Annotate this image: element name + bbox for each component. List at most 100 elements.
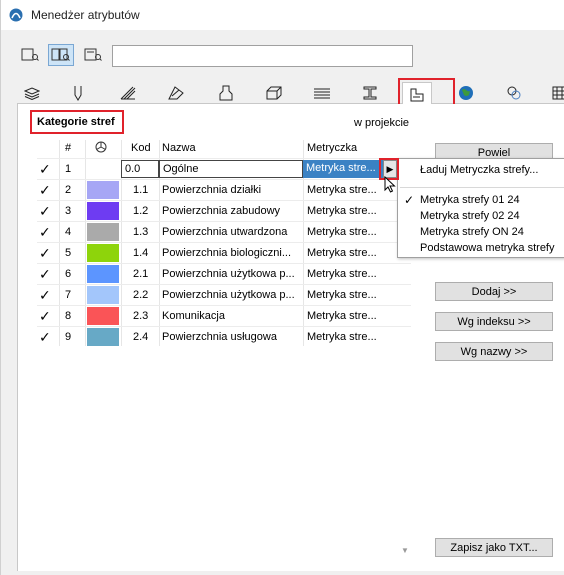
- detail-view-button[interactable]: [80, 44, 106, 66]
- list-view-icon: [21, 48, 39, 61]
- menu-item-metric[interactable]: ✓ Metryka strefy 01 24: [398, 193, 564, 209]
- line-type-icon: [120, 86, 136, 100]
- row-checkmark-icon[interactable]: ✓: [39, 308, 51, 325]
- row-number: 8: [65, 310, 72, 322]
- by-name-button[interactable]: Wg nazwy >>: [435, 342, 553, 361]
- menu-item-load[interactable]: Ładuj Metryczka strefy...: [398, 163, 564, 179]
- table-row[interactable]: ✓ 7 2.2 Powierzchnia użytkowa p... Metryka s…: [37, 284, 411, 305]
- panel-title: Kategorie stref: [37, 116, 115, 128]
- table-header: # Kod Nazwa Metryczka: [37, 140, 411, 158]
- color-swatch[interactable]: [87, 202, 119, 220]
- list-view-button[interactable]: [17, 44, 43, 66]
- zone-name: Powierzchnia biologiczni...: [162, 247, 292, 259]
- table-row[interactable]: ✓ 3 1.2 Powierzchnia zabudowy Metryka stre..…: [37, 200, 411, 221]
- table-row[interactable]: ✓ 6 2.1 Powierzchnia użytkowa p... Metryka s…: [37, 263, 411, 284]
- profile-icon: [363, 86, 377, 100]
- table-row[interactable]: ✓ 4 1.3 Powierzchnia utwardzona Metryka stre…: [37, 221, 411, 242]
- fill-icon: [168, 86, 184, 100]
- color-swatch[interactable]: [87, 244, 119, 262]
- building-material-icon: [266, 86, 282, 100]
- metric-selected-cell[interactable]: Metryka stre...: [303, 160, 383, 178]
- zone-name: Komunikacja: [162, 310, 225, 322]
- tab-mep-systems[interactable]: [501, 82, 527, 104]
- tab-markup-styles[interactable]: [547, 82, 564, 104]
- zone-metric[interactable]: Metryka stre...: [307, 205, 381, 217]
- mep-icon: [507, 86, 521, 100]
- pen-icon: [74, 86, 82, 101]
- row-number: 4: [65, 226, 72, 238]
- menu-item-metric[interactable]: Metryka strefy ON 24: [398, 225, 564, 241]
- zone-name: Powierzchnia zabudowy: [162, 205, 281, 217]
- zone-metric[interactable]: Metryka stre...: [307, 184, 381, 196]
- metric-dropdown-menu: Ładuj Metryczka strefy... ✓ Metryka stref…: [397, 158, 564, 258]
- table-row[interactable]: ✓ 1 0.0 Ogólne Metryka stre... ▶: [37, 158, 411, 179]
- tab-fills[interactable]: [163, 82, 189, 104]
- surface-icon: [219, 85, 233, 101]
- table-row[interactable]: ✓ 2 1.1 Powierzchnia działki Metryka stre...: [37, 179, 411, 200]
- zone-metric[interactable]: Metryka stre...: [307, 310, 381, 322]
- header-number[interactable]: #: [65, 142, 71, 154]
- tab-operation-profiles[interactable]: [453, 82, 479, 104]
- zone-name: Powierzchnia użytkowa p...: [162, 289, 295, 301]
- zone-metric[interactable]: Metryka stre...: [307, 331, 381, 343]
- attribute-manager-window: Menedżer atrybutów Kategorie stref w pro…: [0, 0, 564, 575]
- zone-code: 1.2: [133, 205, 149, 217]
- color-swatch[interactable]: [87, 328, 119, 346]
- menu-item-label: Metryka strefy ON 24: [420, 226, 524, 238]
- row-number: 9: [65, 331, 72, 343]
- row-number: 1: [65, 163, 72, 175]
- row-checkmark-icon[interactable]: ✓: [39, 161, 51, 178]
- color-swatch[interactable]: [87, 223, 119, 241]
- save-txt-button[interactable]: Zapisz jako TXT...: [435, 538, 553, 557]
- add-button[interactable]: Dodaj >>: [435, 282, 553, 301]
- tab-profiles[interactable]: [357, 82, 383, 104]
- row-checkmark-icon[interactable]: ✓: [39, 266, 51, 283]
- in-project-label: w projekcie: [354, 117, 410, 129]
- zone-metric[interactable]: Metryka stre...: [307, 289, 381, 301]
- row-number: 2: [65, 184, 72, 196]
- color-swatch[interactable]: [87, 286, 119, 304]
- header-name[interactable]: Nazwa: [162, 142, 196, 154]
- layers-icon: [24, 87, 40, 100]
- color-swatch[interactable]: [87, 265, 119, 283]
- row-checkmark-icon[interactable]: ✓: [39, 329, 51, 346]
- zone-code: 1.3: [133, 226, 149, 238]
- zone-metric[interactable]: Metryka stre...: [307, 268, 381, 280]
- zone-metric[interactable]: Metryka stre...: [307, 247, 381, 259]
- by-index-button[interactable]: Wg indeksu >>: [435, 312, 553, 331]
- row-checkmark-icon[interactable]: ✓: [39, 182, 51, 199]
- row-checkmark-icon[interactable]: ✓: [39, 245, 51, 262]
- code-edit-field[interactable]: 0.0: [121, 160, 159, 178]
- resize-grip-icon[interactable]: ▼: [401, 546, 409, 555]
- search-input[interactable]: [112, 45, 413, 67]
- row-checkmark-icon[interactable]: ✓: [39, 224, 51, 241]
- name-edit-field[interactable]: Ogólne: [159, 160, 303, 178]
- tab-surfaces[interactable]: [213, 82, 239, 104]
- tab-composites[interactable]: [309, 82, 335, 104]
- color-swatch[interactable]: [87, 160, 119, 178]
- table-row[interactable]: ✓ 9 2.4 Powierzchnia usługowa Metryka stre..…: [37, 326, 411, 347]
- color-swatch[interactable]: [87, 307, 119, 325]
- header-code[interactable]: Kod: [131, 142, 151, 154]
- menu-item-metric[interactable]: Podstawowa metryka strefy: [398, 241, 564, 257]
- tab-line-types[interactable]: [115, 82, 141, 104]
- zone-name: Powierzchnia utwardzona: [162, 226, 288, 238]
- tab-layers[interactable]: [19, 82, 45, 104]
- color-swatch[interactable]: [87, 181, 119, 199]
- tab-pens[interactable]: [65, 82, 91, 104]
- tab-building-materials[interactable]: [261, 82, 287, 104]
- menu-item-label: Podstawowa metryka strefy: [420, 242, 555, 254]
- checkmark-icon: ✓: [404, 193, 415, 207]
- header-color[interactable]: [95, 141, 107, 156]
- row-checkmark-icon[interactable]: ✓: [39, 203, 51, 220]
- row-checkmark-icon[interactable]: ✓: [39, 287, 51, 304]
- zone-metric[interactable]: Metryka stre...: [307, 226, 381, 238]
- zone-name: Powierzchnia użytkowa p...: [162, 268, 295, 280]
- compare-view-button[interactable]: [48, 44, 74, 66]
- title-bar: Menedżer atrybutów: [1, 0, 564, 30]
- table-row[interactable]: ✓ 5 1.4 Powierzchnia biologiczni... Metryka …: [37, 242, 411, 263]
- header-metric[interactable]: Metryczka: [307, 142, 357, 154]
- mouse-cursor-icon: [384, 176, 396, 193]
- table-row[interactable]: ✓ 8 2.3 Komunikacja Metryka stre...: [37, 305, 411, 326]
- menu-item-metric[interactable]: Metryka strefy 02 24: [398, 209, 564, 225]
